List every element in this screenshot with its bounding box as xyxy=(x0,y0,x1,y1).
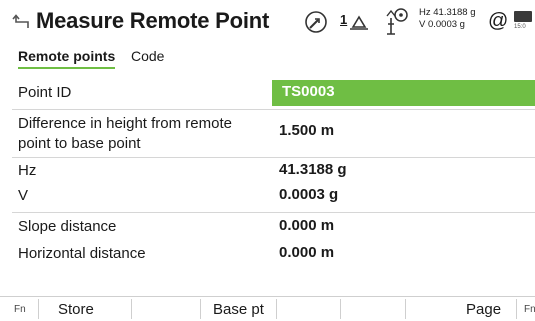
horizontal-distance-value: 0.000 m xyxy=(279,244,335,261)
clock-text: 15:0 xyxy=(514,24,526,30)
hz-readout: Hz 41.3188 g xyxy=(419,7,476,18)
divider xyxy=(12,212,535,213)
horizontal-distance-label: Horizontal distance xyxy=(18,245,146,262)
target-icon[interactable] xyxy=(384,6,410,38)
softkey-separator xyxy=(38,299,39,319)
softkey-separator xyxy=(405,299,406,319)
v-row: V 0.0003 g xyxy=(0,185,535,209)
tab-code[interactable]: Code xyxy=(131,48,164,67)
slope-distance-row: Slope distance 0.000 m xyxy=(0,216,535,240)
softkey-separator xyxy=(340,299,341,319)
page-title: Measure Remote Point xyxy=(36,8,270,33)
tab-remote-points[interactable]: Remote points xyxy=(18,48,116,69)
v-label: V xyxy=(18,187,29,204)
height-diff-row: Difference in height from remote point t… xyxy=(0,110,535,156)
page-button[interactable]: Page xyxy=(466,301,501,321)
v-value: 0.0003 g xyxy=(279,186,339,203)
fn-key-left[interactable]: Fn xyxy=(14,304,26,321)
slope-distance-value: 0.000 m xyxy=(279,217,335,234)
fn-key-right[interactable]: Fn xyxy=(524,304,535,321)
softkey-separator xyxy=(516,299,517,319)
softkey-separator xyxy=(131,299,132,319)
battery-icon[interactable]: 15:0 xyxy=(514,8,535,40)
softkey-bar: Fn Store Base pt Page Fn xyxy=(0,296,535,321)
prism-constant: 1 xyxy=(340,12,348,27)
point-id-field[interactable]: TS0003 xyxy=(272,80,535,106)
base-pt-button[interactable]: Base pt xyxy=(213,301,264,321)
battery-body xyxy=(514,11,532,22)
v-readout: V 0.0003 g xyxy=(419,19,465,30)
divider xyxy=(12,157,535,158)
softkey-separator xyxy=(200,299,201,319)
hz-row: Hz 41.3188 g xyxy=(0,160,535,184)
prism-status[interactable]: 1 xyxy=(340,8,374,36)
point-id-value: TS0003 xyxy=(282,83,335,100)
hz-value: 41.3188 g xyxy=(279,161,347,178)
slope-distance-label: Slope distance xyxy=(18,218,117,235)
point-id-row: Point ID TS0003 xyxy=(0,78,535,108)
globe-icon[interactable] xyxy=(302,8,330,36)
store-button[interactable]: Store xyxy=(58,301,94,321)
height-diff-value[interactable]: 1.500 m xyxy=(279,122,334,139)
horizontal-distance-row: Horizontal distance 0.000 m xyxy=(0,243,535,267)
point-id-label: Point ID xyxy=(18,84,72,101)
back-arrow-icon[interactable] xyxy=(12,12,32,32)
angle-readout: Hz 41.3188 g V 0.0003 g xyxy=(419,7,481,39)
tab-bar: Remote points Code xyxy=(0,46,535,70)
height-diff-label-line1: Difference in height from remote xyxy=(18,115,232,132)
height-diff-label-line2: point to base point xyxy=(18,135,141,152)
prism-icon xyxy=(350,15,368,30)
hz-label: Hz xyxy=(18,162,37,179)
title-bar: Measure Remote Point 1 Hz 41.3188 g V 0.… xyxy=(0,0,535,46)
softkey-separator xyxy=(276,299,277,319)
